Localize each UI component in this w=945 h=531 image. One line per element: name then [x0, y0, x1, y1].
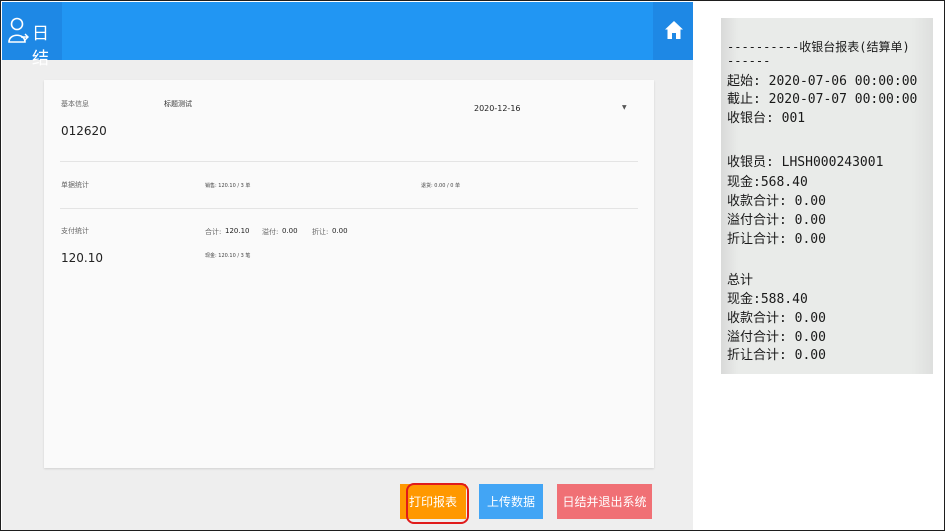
header-title-block: 日结	[2, 2, 62, 69]
daily-settlement-app: 日结 基本信息 标题测试 012620 2020-12-16 ▼ 单据统计 销售…	[2, 2, 693, 530]
cash-stat: 现金: 120.10 / 3 笔	[205, 253, 251, 259]
total-value: 120.10	[225, 227, 250, 235]
receipt-line: ------	[727, 54, 771, 68]
receipt-line: 收银员: LHSH000243001	[727, 155, 884, 170]
receipt-line: 折让合计: 0.00	[727, 232, 826, 247]
receipt-line: 折让合计: 0.00	[727, 348, 826, 363]
overflow-value: 0.00	[282, 227, 298, 235]
register-code: 012620	[61, 124, 107, 138]
app-header: 日结	[2, 2, 693, 69]
date-select-value[interactable]: 2020-12-16	[474, 104, 521, 113]
upload-data-button[interactable]: 上传数据	[479, 484, 543, 519]
receipt-line: 收银台: 001	[727, 111, 806, 126]
receipt-line: 现金:588.40	[727, 292, 808, 307]
screenshot-frame: 日结 基本信息 标题测试 012620 2020-12-16 ▼ 单据统计 销售…	[0, 0, 945, 531]
receipt-line: 溢付合计: 0.00	[727, 213, 826, 228]
receipt-line: 收款合计: 0.00	[727, 194, 826, 209]
chevron-down-icon[interactable]: ▼	[622, 104, 627, 111]
basic-info-label: 基本信息	[61, 100, 89, 108]
receipt-line: 收款合计: 0.00	[727, 311, 826, 326]
overflow-label: 溢付:	[262, 228, 279, 236]
payments-label: 支付统计	[61, 227, 89, 235]
receipt-line: 溢付合计: 0.00	[727, 330, 826, 345]
settle-and-exit-button[interactable]: 日结并退出系统	[557, 484, 652, 519]
returns-stat: 退货: 0.00 / 0 单	[421, 183, 461, 189]
title-test-label: 标题测试	[164, 100, 192, 108]
home-icon	[665, 21, 683, 39]
payment-total: 120.10	[61, 251, 103, 265]
receipt-line: 起始: 2020-07-06 00:00:00	[727, 74, 918, 89]
discount-value: 0.00	[332, 227, 348, 235]
page-title: 日结	[32, 24, 49, 69]
total-label: 合计:	[205, 228, 222, 236]
user-switch-icon	[8, 17, 29, 43]
settlement-summary-card: 基本信息 标题测试 012620 2020-12-16 ▼ 单据统计 销售: 1…	[44, 80, 654, 468]
receipt-line: 总计	[727, 273, 754, 288]
documents-label: 单据统计	[61, 181, 89, 189]
print-button-highlight	[406, 483, 469, 524]
receipt-photo: ----------收银台报表(结算单) ------ 起始: 2020-07-…	[721, 18, 933, 374]
divider	[60, 161, 638, 162]
home-button[interactable]	[653, 2, 693, 60]
sales-stat: 销售: 120.10 / 3 单	[205, 183, 251, 189]
receipt-line: ----------收银台报表(结算单)	[727, 40, 910, 54]
divider	[60, 208, 638, 209]
receipt-line: 截止: 2020-07-07 00:00:00	[727, 92, 918, 107]
discount-label: 折让:	[312, 228, 329, 236]
receipt-line: 现金:568.40	[727, 175, 808, 190]
